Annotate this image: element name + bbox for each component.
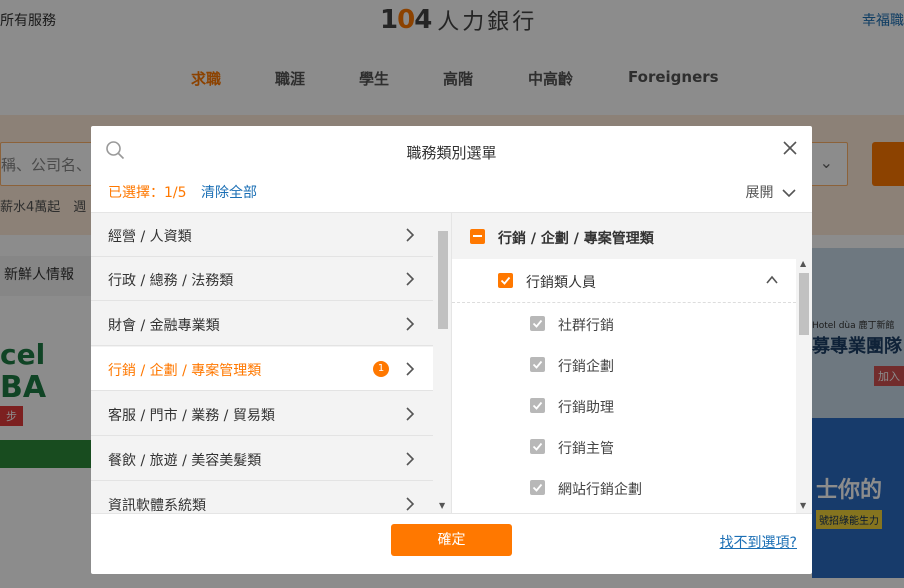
selected-count: 已選擇：1/5 [108, 185, 187, 201]
checked-checkbox[interactable] [498, 273, 513, 288]
category-label: 行政 / 總務 / 法務類 [108, 273, 234, 289]
chevron-right-icon [406, 452, 415, 466]
modal-title: 職務類別選單 [406, 144, 497, 162]
chevron-right-icon [406, 272, 415, 286]
category-item[interactable]: 餐飲 / 旅遊 / 美容美髮類 [91, 437, 433, 481]
chevron-up-icon[interactable] [766, 275, 778, 285]
category-list: 經營 / 人資類 行政 / 總務 / 法務類 財會 / 金融專業類 行銷 / 企… [91, 213, 435, 513]
option-panel: 行銷 / 企劃 / 專案管理類 行銷類人員 社群行銷 行銷企劃 行銷助理 行銷主… [452, 213, 812, 513]
category-item-active[interactable]: 行銷 / 企劃 / 專案管理類 1 [91, 347, 433, 391]
chevron-right-icon [406, 317, 415, 331]
divider [91, 513, 812, 514]
selection-summary: 已選擇：1/5 清除全部 [108, 182, 257, 202]
chevron-right-icon [406, 497, 415, 511]
disabled-checked-checkbox [530, 398, 545, 413]
scrollbar-thumb[interactable] [438, 231, 448, 329]
option-item[interactable]: 網站行銷企劃 [452, 467, 796, 508]
disabled-checked-checkbox [530, 439, 545, 454]
option-label: 網站行銷企劃 [558, 482, 642, 498]
option-item[interactable]: 行銷助理 [452, 385, 796, 426]
confirm-button[interactable]: 確定 [391, 524, 512, 556]
category-label: 經營 / 人資類 [108, 229, 192, 245]
close-icon[interactable] [782, 140, 798, 156]
expand-label: 展開 [745, 185, 774, 201]
category-item[interactable]: 財會 / 金融專業類 [91, 302, 433, 346]
category-item[interactable]: 客服 / 門市 / 業務 / 貿易類 [91, 392, 433, 436]
expand-toggle[interactable]: 展開 [746, 182, 796, 202]
category-label: 財會 / 金融專業類 [108, 318, 220, 334]
partial-checkbox[interactable] [470, 229, 485, 244]
option-label: 行銷主管 [558, 441, 614, 457]
chevron-right-icon [406, 362, 415, 376]
option-item[interactable]: 行銷主管 [452, 426, 796, 467]
selected-count-badge: 1 [373, 361, 389, 377]
option-panel-header[interactable]: 行銷 / 企劃 / 專案管理類 [452, 213, 812, 259]
category-label: 客服 / 門市 / 業務 / 貿易類 [108, 408, 275, 424]
scrollbar-thumb[interactable] [799, 273, 809, 335]
option-label: 行銷助理 [558, 400, 614, 416]
option-label: 社群行銷 [558, 318, 614, 334]
scroll-down-icon[interactable]: ▼ [800, 501, 806, 510]
sub-group-marketing[interactable]: 行銷類人員 [452, 259, 796, 303]
job-category-modal: 職務類別選單 已選擇：1/5 清除全部 展開 經營 / 人資類 行政 / 總務 … [91, 126, 812, 574]
option-label: 行銷企劃 [558, 359, 614, 375]
chevron-right-icon [406, 407, 415, 421]
chevron-down-icon [782, 188, 796, 197]
option-panel-title: 行銷 / 企劃 / 專案管理類 [498, 231, 654, 247]
scroll-up-icon[interactable]: ▲ [800, 259, 806, 268]
disabled-checked-checkbox [530, 316, 545, 331]
not-found-link[interactable]: 找不到選項? [720, 532, 797, 552]
category-item[interactable]: 行政 / 總務 / 法務類 [91, 257, 433, 301]
modal-header: 職務類別選單 [91, 126, 812, 174]
clear-all-button[interactable]: 清除全部 [201, 185, 257, 201]
chevron-right-icon [406, 228, 415, 242]
category-label: 餐飲 / 旅遊 / 美容美髮類 [108, 453, 262, 469]
option-scrollbar[interactable]: ▲ ▼ [796, 259, 812, 513]
category-item[interactable]: 經營 / 人資類 [91, 213, 433, 257]
disabled-checked-checkbox [530, 480, 545, 495]
option-item[interactable]: 社群行銷 [452, 303, 796, 344]
category-item[interactable]: 資訊軟體系統類 [91, 482, 433, 513]
category-label: 行銷 / 企劃 / 專案管理類 [108, 363, 262, 379]
sub-group-label: 行銷類人員 [526, 275, 596, 291]
scroll-down-icon[interactable]: ▼ [439, 501, 445, 510]
disabled-checked-checkbox [530, 357, 545, 372]
category-label: 資訊軟體系統類 [108, 498, 206, 513]
category-scrollbar[interactable]: ▼ [435, 213, 451, 513]
option-item[interactable]: 行銷企劃 [452, 344, 796, 385]
